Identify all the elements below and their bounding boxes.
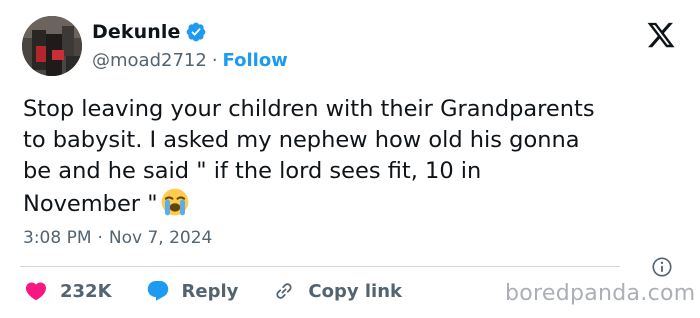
avatar[interactable]: [22, 16, 82, 76]
tweet-timestamp[interactable]: 3:08 PM · Nov 7, 2024: [23, 228, 212, 248]
reply-bubble-icon: [147, 281, 168, 301]
handle-separator: ·: [211, 49, 218, 71]
tweet-date[interactable]: Nov 7, 2024: [109, 228, 212, 248]
tweet-text: Stop leaving your children with their Gr…: [23, 94, 683, 220]
copy-link-label: Copy link: [308, 280, 402, 302]
verified-badge-icon: [187, 22, 206, 42]
tweet-time[interactable]: 3:08 PM: [23, 228, 92, 248]
author-name[interactable]: Dekunle: [92, 21, 180, 43]
divider: [20, 266, 620, 267]
likes-count: 232K: [60, 280, 112, 302]
watermark: boredpanda.com: [505, 281, 696, 306]
like-button[interactable]: 232K: [24, 279, 112, 303]
info-icon[interactable]: [651, 256, 673, 278]
copy-link-button[interactable]: Copy link: [272, 279, 402, 303]
heart-icon: [25, 282, 47, 301]
x-logo-icon[interactable]: [645, 20, 677, 50]
follow-button[interactable]: Follow: [223, 50, 288, 71]
reply-label: Reply: [181, 280, 239, 302]
loudly-crying-face-emoji: [161, 188, 188, 216]
timestamp-separator: ·: [97, 228, 103, 248]
link-icon: [276, 283, 292, 299]
author-handle[interactable]: @moad2712: [92, 50, 207, 71]
action-bar: 232K Reply Copy link: [24, 276, 436, 306]
tweet-body: Stop leaving your children with their Gr…: [23, 96, 595, 217]
reply-button[interactable]: Reply: [146, 279, 239, 303]
